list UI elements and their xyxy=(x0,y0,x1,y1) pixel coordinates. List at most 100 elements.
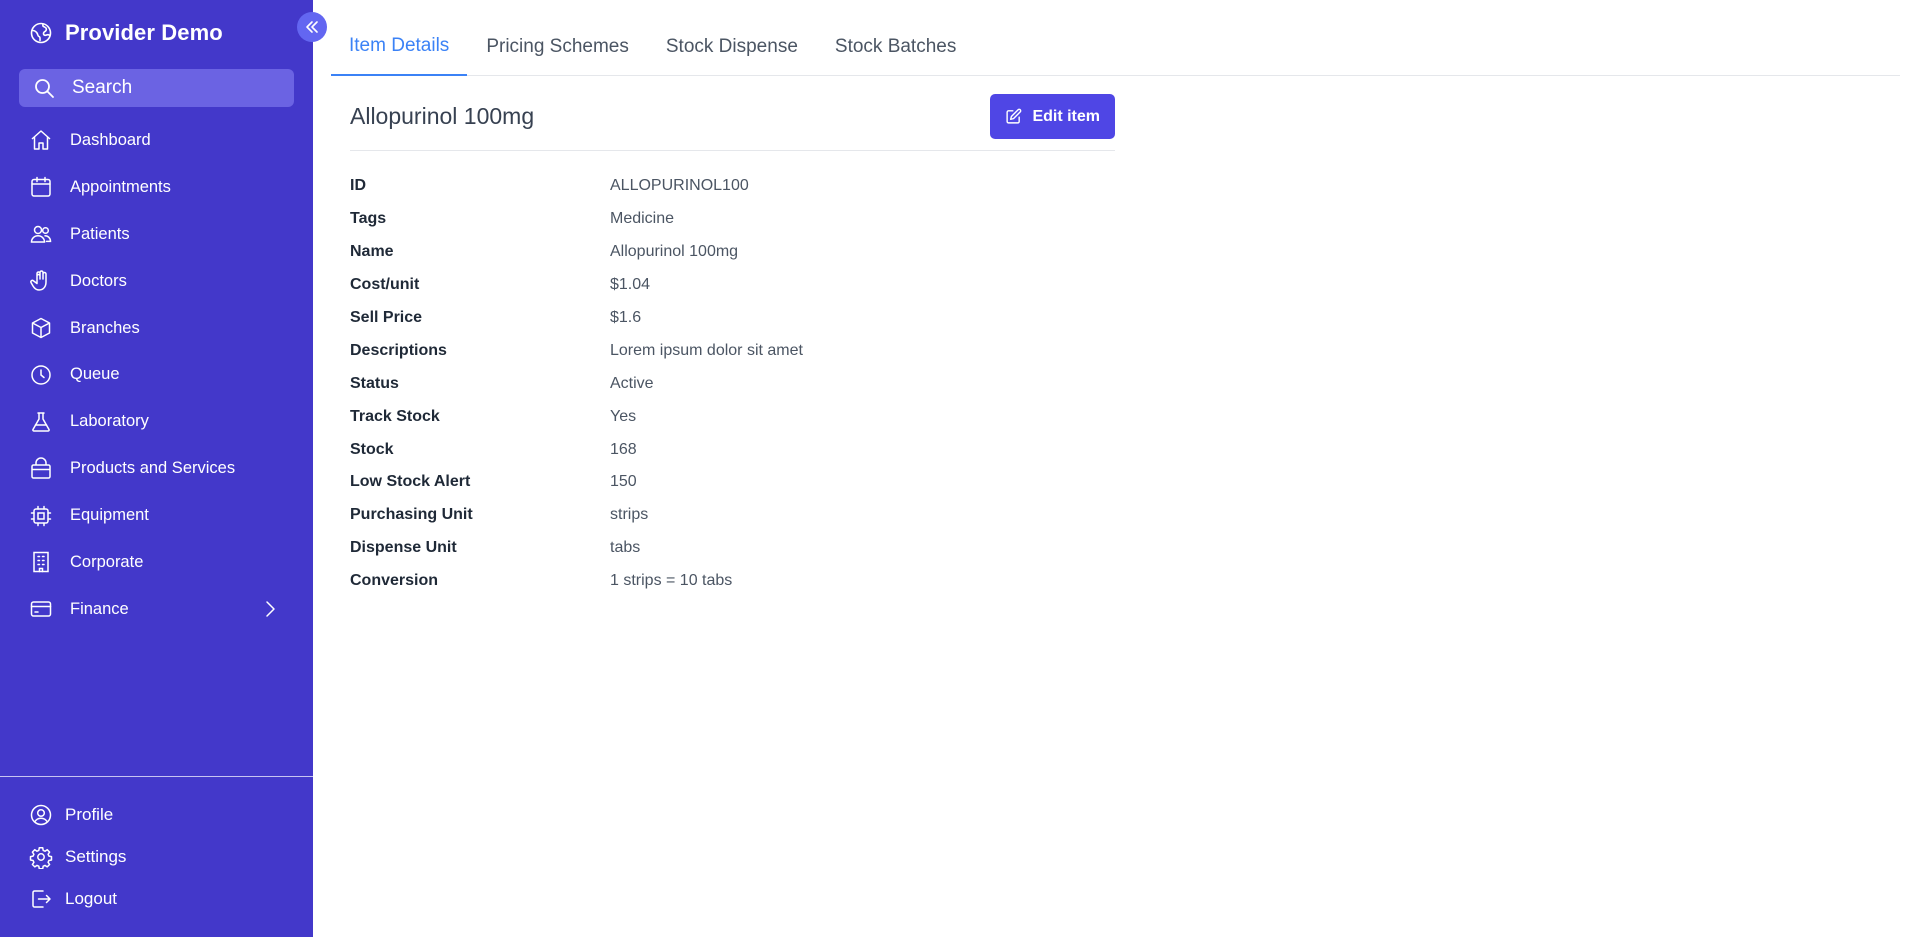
detail-row-stock: Stock 168 xyxy=(350,433,1115,466)
chevron-right-icon[interactable] xyxy=(263,600,277,618)
sidebar-nav: Dashboard Appointments Patients Doctors … xyxy=(0,117,313,633)
sidebar-item-label: Finance xyxy=(70,599,129,618)
logout-icon xyxy=(29,887,53,911)
sidebar-item-products-and-services[interactable]: Products and Services xyxy=(0,445,313,492)
detail-value: 168 xyxy=(610,440,637,458)
sidebar-item-label: Corporate xyxy=(70,552,144,571)
chip-icon xyxy=(29,504,53,528)
sidebar-item-finance[interactable]: Finance xyxy=(0,586,313,633)
sidebar-item-label: Equipment xyxy=(70,506,149,525)
detail-label: Low Stock Alert xyxy=(350,473,471,491)
sidebar-item-label: Settings xyxy=(65,847,127,866)
sidebar-divider xyxy=(0,776,313,777)
detail-label: Name xyxy=(350,243,394,261)
sidebar-item-queue[interactable]: Queue xyxy=(0,351,313,398)
sidebar-item-label: Queue xyxy=(70,365,120,384)
detail-label: Stock xyxy=(350,440,394,458)
detail-row-cost-unit: Cost/unit $1.04 xyxy=(350,269,1115,302)
sidebar-item-doctors[interactable]: Doctors xyxy=(0,258,313,305)
detail-value: Active xyxy=(610,374,654,392)
sidebar-item-label: Branches xyxy=(70,318,140,337)
tab-item-details[interactable]: Item Details xyxy=(331,35,468,76)
detail-row-descriptions: Descriptions Lorem ipsum dolor sit amet xyxy=(350,334,1115,367)
tab-pricing-schemes[interactable]: Pricing Schemes xyxy=(468,36,647,75)
detail-label: Track Stock xyxy=(350,407,440,425)
detail-value: ALLOPURINOL100 xyxy=(610,177,749,195)
gear-icon xyxy=(29,845,53,869)
shopping-bag-icon xyxy=(29,456,53,481)
detail-value: 150 xyxy=(610,473,637,491)
sidebar-item-profile[interactable]: Profile xyxy=(0,794,313,836)
sidebar-item-equipment[interactable]: Equipment xyxy=(0,492,313,539)
detail-label: Conversion xyxy=(350,572,439,590)
detail-value: $1.04 xyxy=(610,276,651,294)
detail-value: $1.6 xyxy=(610,309,642,326)
sidebar-item-label: Appointments xyxy=(70,177,171,196)
detail-label: Dispense Unit xyxy=(350,539,457,557)
edit-icon xyxy=(1005,108,1022,125)
detail-label: ID xyxy=(350,177,366,195)
hand-icon xyxy=(29,269,53,293)
sidebar-item-logout[interactable]: Logout xyxy=(0,878,313,920)
detail-row-name: Name Allopurinol 100mg xyxy=(350,236,1115,269)
building-icon xyxy=(29,550,53,574)
sidebar-item-label: Profile xyxy=(65,805,114,824)
cube-icon xyxy=(29,316,53,340)
sidebar-bottom-nav: Profile Settings Logout xyxy=(0,794,313,920)
sidebar-item-branches[interactable]: Branches xyxy=(0,305,313,352)
search-box[interactable] xyxy=(19,69,294,107)
detail-label: Tags xyxy=(350,210,387,228)
globe-icon xyxy=(29,21,53,45)
home-icon xyxy=(29,128,53,152)
sidebar-item-label: Patients xyxy=(70,224,130,243)
search-input[interactable] xyxy=(72,77,272,99)
credit-card-icon xyxy=(29,597,53,621)
edit-item-label: Edit item xyxy=(1032,107,1100,125)
sidebar-item-dashboard[interactable]: Dashboard xyxy=(0,117,313,164)
brand[interactable]: Provider Demo xyxy=(29,20,223,46)
sidebar-item-laboratory[interactable]: Laboratory xyxy=(0,398,313,445)
detail-row-conversion: Conversion 1 strips = 10 tabs xyxy=(350,565,1115,598)
sidebar-item-label: Logout xyxy=(65,889,117,908)
search-icon xyxy=(32,76,56,100)
item-header: Allopurinol 100mg Edit item xyxy=(350,94,1115,151)
item-title: Allopurinol 100mg xyxy=(350,103,535,129)
detail-label: Purchasing Unit xyxy=(350,506,473,524)
detail-label: Status xyxy=(350,374,399,392)
detail-row-purchasing-unit: Purchasing Unit strips xyxy=(350,499,1115,532)
detail-row-sell-price: Sell Price $1.6 xyxy=(350,302,1115,335)
detail-value: strips xyxy=(610,506,649,524)
sidebar-item-label: Doctors xyxy=(70,271,127,290)
brand-name: Provider Demo xyxy=(65,20,223,45)
detail-label: Sell Price xyxy=(350,309,423,326)
clock-icon xyxy=(29,363,53,387)
detail-row-track-stock: Track Stock Yes xyxy=(350,400,1115,433)
sidebar-item-patients[interactable]: Patients xyxy=(0,211,313,258)
detail-row-tags: Tags Medicine xyxy=(350,203,1115,236)
calendar-icon xyxy=(29,175,53,199)
sidebar-item-label: Laboratory xyxy=(70,412,149,431)
tab-bar: Item Details Pricing Schemes Stock Dispe… xyxy=(331,0,1900,76)
user-circle-icon xyxy=(29,803,53,827)
detail-row-status: Status Active xyxy=(350,367,1115,400)
edit-item-button[interactable]: Edit item xyxy=(990,94,1115,139)
collapse-sidebar-button[interactable] xyxy=(297,12,327,42)
detail-value: Allopurinol 100mg xyxy=(610,243,739,261)
sidebar-item-corporate[interactable]: Corporate xyxy=(0,539,313,586)
tab-stock-batches[interactable]: Stock Batches xyxy=(817,36,974,75)
detail-value: Medicine xyxy=(610,210,675,228)
sidebar-item-label: Dashboard xyxy=(70,130,151,149)
item-details-panel: Allopurinol 100mg Edit item ID ALLOPURIN… xyxy=(350,94,1115,598)
users-icon xyxy=(29,222,53,246)
details-list: ID ALLOPURINOL100 Tags Medicine Name All… xyxy=(350,170,1115,598)
tab-stock-dispense[interactable]: Stock Dispense xyxy=(648,36,816,75)
detail-label: Cost/unit xyxy=(350,276,420,294)
sidebar-item-appointments[interactable]: Appointments xyxy=(0,164,313,211)
detail-value: 1 strips = 10 tabs xyxy=(610,572,733,590)
detail-row-id: ID ALLOPURINOL100 xyxy=(350,170,1115,203)
detail-label: Descriptions xyxy=(350,341,447,359)
sidebar-item-settings[interactable]: Settings xyxy=(0,836,313,878)
detail-row-low-stock-alert: Low Stock Alert 150 xyxy=(350,466,1115,499)
sidebar: Provider Demo Dashboard Appointments Pat… xyxy=(0,0,313,937)
detail-row-dispense-unit: Dispense Unit tabs xyxy=(350,532,1115,565)
